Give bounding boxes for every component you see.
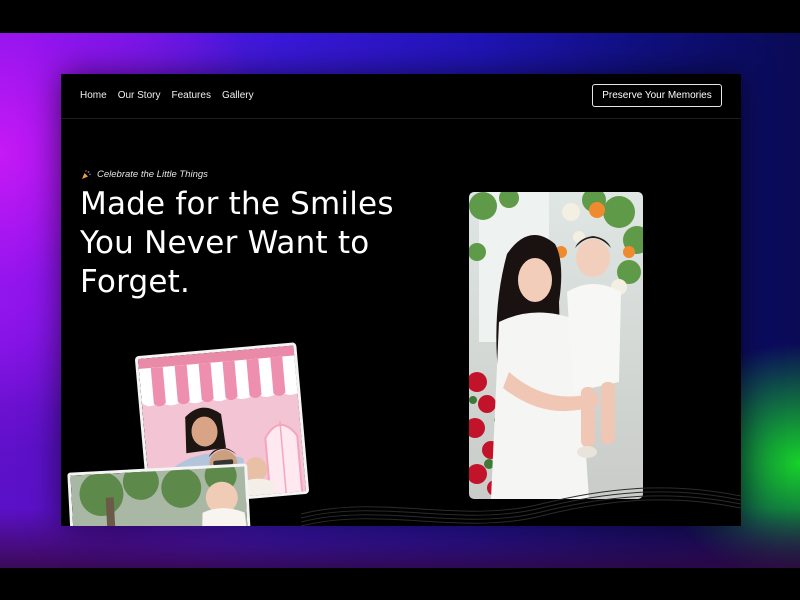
hero-tagline: Celebrate the Little Things <box>81 169 208 180</box>
headline-line-3: Forget. <box>80 264 191 300</box>
baby-outdoors-photo <box>67 463 251 526</box>
nav-link-features[interactable]: Features <box>171 90 210 101</box>
mother-holding-baby-photo <box>469 192 643 499</box>
headline-line-1: Made for the Smiles <box>80 186 394 222</box>
headline-line-2: You Never Want to <box>80 225 370 261</box>
preserve-memories-button[interactable]: Preserve Your Memories <box>592 84 722 107</box>
nav-links: Home Our Story Features Gallery <box>80 90 254 101</box>
hero-headline: Made for the Smiles You Never Want to Fo… <box>80 185 440 302</box>
tagline-text: Celebrate the Little Things <box>97 169 208 180</box>
decorative-wave-lines <box>301 487 741 526</box>
party-popper-icon <box>82 169 91 179</box>
top-nav: Home Our Story Features Gallery Preserve… <box>61 74 741 119</box>
nav-link-gallery[interactable]: Gallery <box>222 90 254 101</box>
nav-link-home[interactable]: Home <box>80 90 107 101</box>
website-preview: Home Our Story Features Gallery Preserve… <box>61 74 741 526</box>
nav-link-our-story[interactable]: Our Story <box>118 90 161 101</box>
